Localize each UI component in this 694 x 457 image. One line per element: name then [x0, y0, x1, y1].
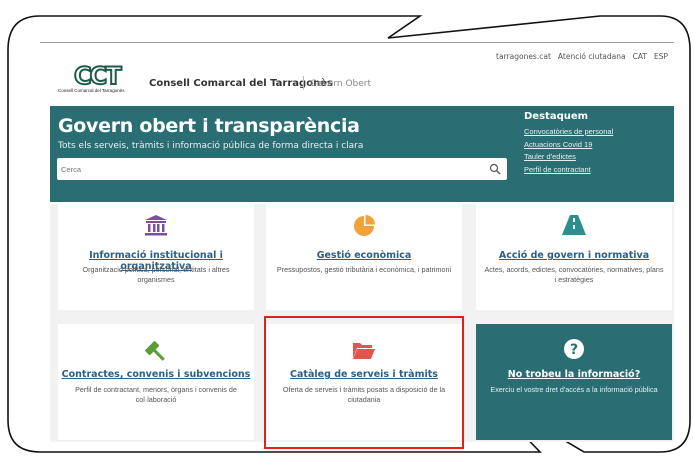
- organization-name: Consell Comarcal del Tarragonès: [149, 78, 333, 89]
- featured-link-covid[interactable]: Actuacions Covid 19: [524, 139, 674, 152]
- search-box: [57, 158, 507, 180]
- card-description: Organització política, personal, entitat…: [82, 265, 230, 284]
- card-informacio-institucional[interactable]: Informació institucional i organitzativa…: [58, 204, 254, 310]
- top-link-tarragones[interactable]: tarragones.cat: [496, 52, 551, 61]
- question-circle-icon: ?: [564, 339, 584, 359]
- gavel-icon: [145, 341, 165, 361]
- top-link-atencio[interactable]: Atenció ciutadana: [558, 52, 626, 61]
- card-description: Perfil de contractant, menors, òrgans i …: [75, 385, 237, 404]
- header-divider: [40, 42, 674, 43]
- card-title: No trobeu la informació?: [507, 369, 641, 380]
- card-gestio-economica[interactable]: Gestió econòmica Pressupostos, gestió tr…: [266, 204, 462, 310]
- featured-link-perfil[interactable]: Perfil de contractant: [524, 164, 674, 177]
- search-icon[interactable]: [489, 163, 501, 175]
- featured-box: Destaquem Convocatòries de personal Actu…: [524, 111, 674, 176]
- card-title: Acció de govern i normativa: [498, 250, 650, 261]
- featured-title: Destaquem: [524, 111, 589, 122]
- card-description: Exerciu el vostre dret d'accés a la info…: [490, 385, 658, 394]
- page-subtitle: Tots els serveis, tràmits i informació p…: [58, 141, 364, 151]
- cct-logo[interactable]: CCT Consell Comarcal del Tarragonès: [58, 62, 144, 94]
- card-no-trobeu[interactable]: ? No trobeu la informació? Exerciu el vo…: [476, 324, 672, 440]
- card-accio-de-govern[interactable]: Acció de govern i normativa Actes, acord…: [476, 204, 672, 310]
- pie-chart-icon: [354, 215, 375, 236]
- featured-link-convocatories[interactable]: Convocatòries de personal: [524, 126, 674, 139]
- road-icon: [562, 215, 586, 235]
- svg-text:?: ?: [570, 342, 578, 358]
- web-page: tarragones.cat Atenció ciutadana CAT ESP…: [40, 42, 674, 442]
- card-description: Pressupostos, gestió tributària i econòm…: [276, 265, 452, 274]
- card-title: Gestió econòmica: [316, 250, 412, 261]
- category-grid: Informació institucional i organitzativa…: [50, 204, 674, 442]
- language-cat[interactable]: CAT: [633, 52, 647, 61]
- card-description: Actes, acords, edictes, convocatòries, n…: [484, 265, 664, 284]
- language-esp[interactable]: ESP: [654, 52, 668, 61]
- search-input[interactable]: [57, 158, 477, 180]
- institution-icon: [145, 215, 167, 236]
- site-section-tag: Govern Obert: [310, 79, 372, 89]
- page-title: Govern obert i transparència: [58, 115, 360, 137]
- top-links: tarragones.cat Atenció ciutadana CAT ESP: [496, 52, 668, 61]
- hero-banner: Govern obert i transparència Tots els se…: [50, 106, 674, 202]
- header-separator: [303, 76, 304, 90]
- logo-subtitle: Consell Comarcal del Tarragonès: [58, 88, 125, 93]
- card-title: Contractes, convenis i subvencions: [61, 369, 251, 380]
- card-contractes[interactable]: Contractes, convenis i subvencions Perfi…: [58, 324, 254, 440]
- logo-mark: CCT: [73, 62, 123, 90]
- card-description: Oferta de serveis i tràmits posats a dis…: [282, 385, 446, 404]
- featured-link-tauler[interactable]: Tauler d'edictes: [524, 151, 674, 164]
- card-title: Catàleg de serveis i tràmits: [290, 369, 438, 380]
- folder-open-icon: [353, 343, 375, 359]
- card-cataleg-serveis[interactable]: Catàleg de serveis i tràmits Oferta de s…: [266, 324, 462, 440]
